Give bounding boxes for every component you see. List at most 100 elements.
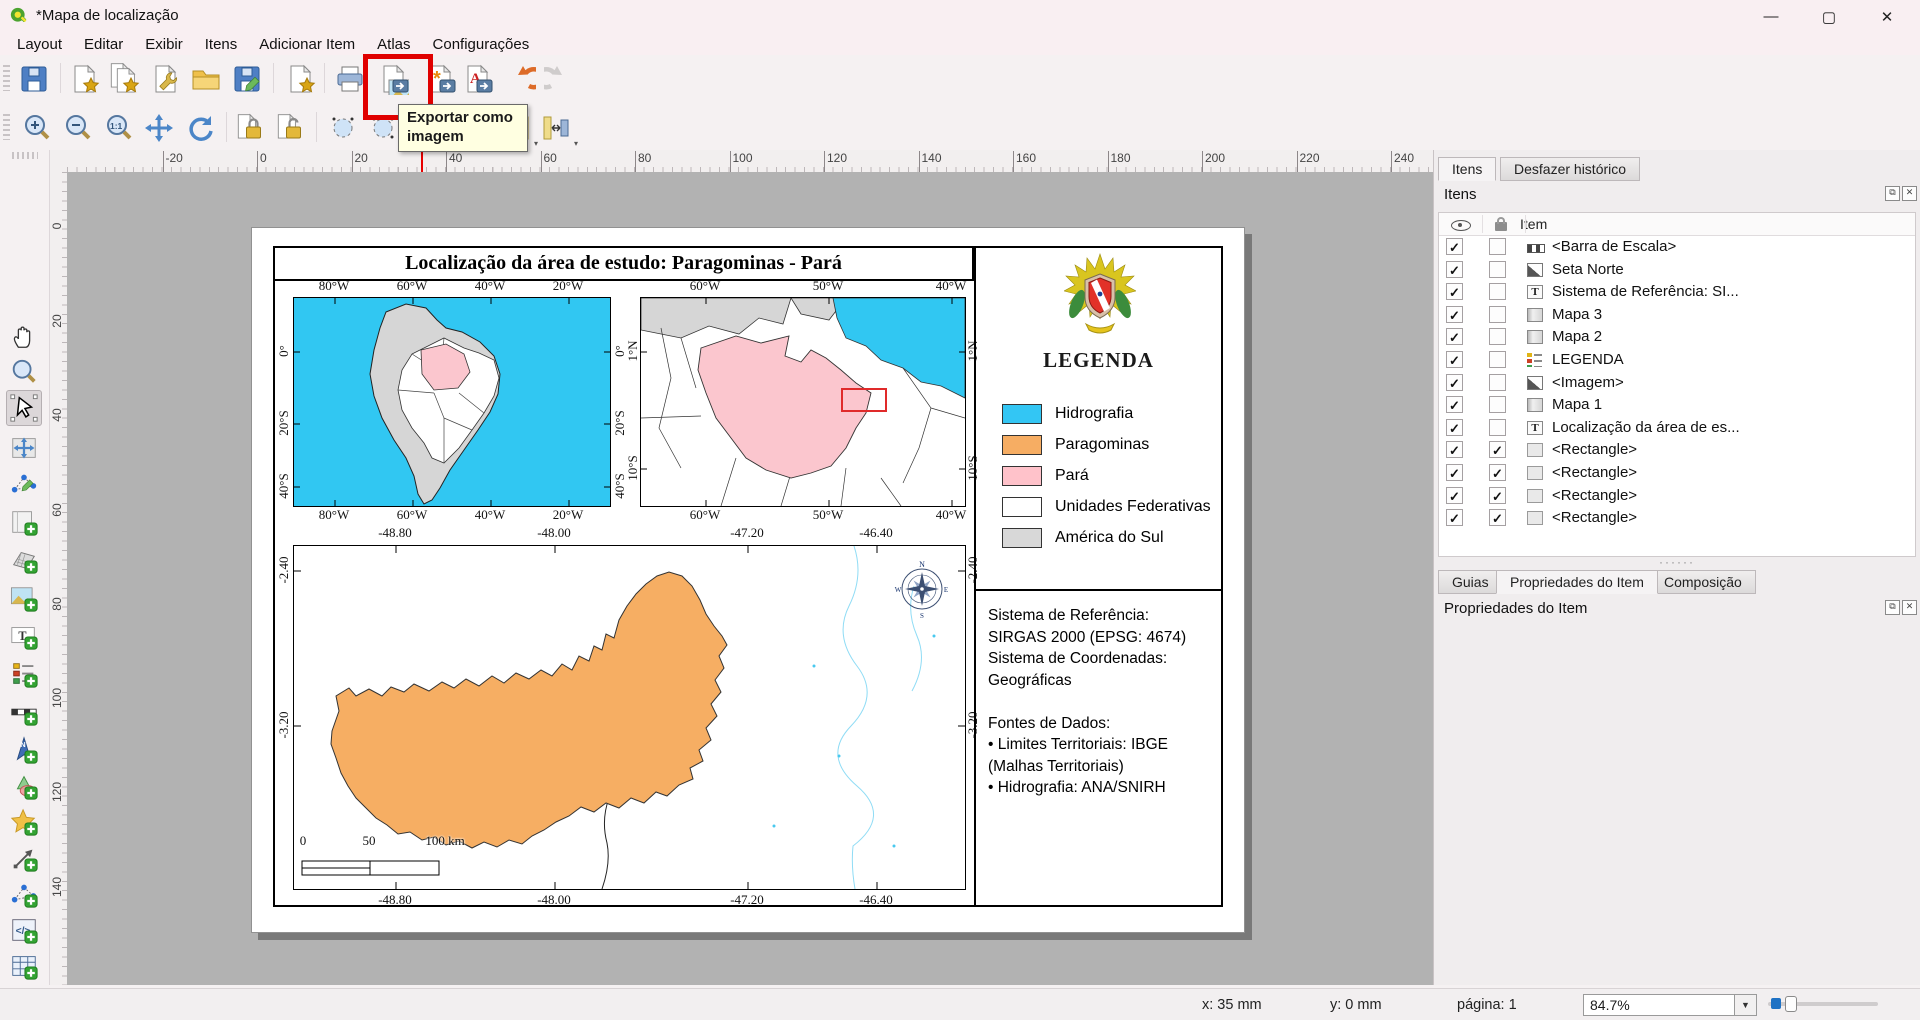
map1-south-america[interactable] (293, 297, 611, 507)
toolbar-grip[interactable] (3, 114, 10, 140)
lock-checkbox[interactable] (1489, 351, 1506, 368)
tab-itens[interactable]: Itens (1438, 157, 1496, 181)
add-3d-map-tool[interactable] (6, 542, 42, 578)
zoom-level-combo[interactable]: 84.7% (1583, 994, 1735, 1016)
layout-item-row[interactable]: Seta Norte (1439, 259, 1915, 282)
float-panel-icon[interactable]: ⧉ (1885, 186, 1900, 201)
zoom-full-button[interactable] (139, 108, 179, 148)
visibility-checkbox[interactable] (1446, 487, 1463, 504)
vertical-ruler[interactable]: 020406080100120140 (49, 172, 68, 985)
lock-checkbox[interactable] (1489, 261, 1506, 278)
add-shape-tool[interactable] (6, 768, 42, 804)
save-as-template-button[interactable] (227, 59, 267, 99)
toolbar-grip[interactable] (3, 65, 10, 91)
open-template-button[interactable] (186, 59, 226, 99)
pan-layout-tool[interactable] (6, 318, 42, 354)
menu-item[interactable]: Adicionar Item (248, 35, 366, 54)
add-legend-tool[interactable] (6, 656, 42, 692)
zoom-tool[interactable] (6, 354, 42, 390)
visibility-checkbox[interactable] (1446, 351, 1463, 368)
layout-item-row[interactable]: <Rectangle> (1439, 507, 1915, 530)
menu-item[interactable]: Itens (194, 35, 249, 54)
layout-page[interactable]: Localização da área de estudo: Paragomin… (251, 227, 1245, 933)
move-item-content-tool[interactable] (6, 430, 42, 466)
new-layout-button[interactable] (64, 59, 104, 99)
tab-propriedades-do-item[interactable]: Propriedades do Item (1496, 570, 1658, 594)
layout-item-row[interactable]: <Rectangle> (1439, 485, 1915, 508)
lock-checkbox[interactable] (1489, 283, 1506, 300)
zoom-combo-arrow-icon[interactable]: ▼ (1734, 994, 1757, 1016)
lock-checkbox[interactable] (1489, 328, 1506, 345)
lock-checkbox[interactable] (1489, 487, 1506, 504)
unlock-items-button[interactable] (272, 108, 312, 148)
layout-item-row[interactable]: <Barra de Escala> (1439, 236, 1915, 259)
add-node-item-tool[interactable] (6, 876, 42, 912)
horizontal-ruler[interactable]: -20020406080100120140160180200220240 (67, 150, 1433, 173)
add-pages-button[interactable] (280, 59, 320, 99)
lock-checkbox[interactable] (1489, 509, 1506, 526)
select-move-item-tool[interactable] (6, 390, 42, 426)
map2-para[interactable] (640, 297, 966, 507)
lock-checkbox[interactable] (1489, 419, 1506, 436)
lock-checkbox[interactable] (1489, 238, 1506, 255)
menu-item[interactable]: Configurações (422, 35, 541, 54)
distribute-items-button[interactable]: ▾ (536, 108, 576, 148)
select-all-button[interactable] (323, 108, 363, 148)
visibility-checkbox[interactable] (1446, 238, 1463, 255)
edit-nodes-tool[interactable] (6, 466, 42, 502)
add-north-arrow-tool[interactable] (6, 732, 42, 768)
tab-desfazer-historico[interactable]: Desfazer histórico (1500, 157, 1640, 181)
maximize-button[interactable]: ▢ (1806, 0, 1852, 33)
undo-button[interactable] (500, 59, 540, 99)
lock-checkbox[interactable] (1489, 306, 1506, 323)
visibility-checkbox[interactable] (1446, 419, 1463, 436)
visibility-checkbox[interactable] (1446, 306, 1463, 323)
legend-panel[interactable]: LEGENDA Hidrografia Paragominas Pará (974, 248, 1221, 591)
tab-composicao[interactable]: Composição (1650, 570, 1756, 594)
zoom-actual-button[interactable]: 1:1 (99, 108, 139, 148)
menu-item[interactable]: Atlas (366, 35, 421, 54)
add-arrow-tool[interactable] (6, 840, 42, 876)
visibility-checkbox[interactable] (1446, 464, 1463, 481)
layout-item-row[interactable]: Mapa 2 (1439, 326, 1915, 349)
visibility-checkbox[interactable] (1446, 509, 1463, 526)
visibility-checkbox[interactable] (1446, 441, 1463, 458)
layout-item-row[interactable]: <Rectangle> (1439, 462, 1915, 485)
save-project-button[interactable] (14, 59, 54, 99)
layout-item-row[interactable]: Localização da área de es... (1439, 417, 1915, 440)
layout-item-row[interactable]: <Rectangle> (1439, 439, 1915, 462)
add-html-tool[interactable] (6, 912, 42, 948)
export-pdf-button[interactable]: A (457, 59, 497, 99)
close-panel-icon[interactable]: ✕ (1902, 600, 1917, 615)
layout-item-row[interactable]: Mapa 1 (1439, 394, 1915, 417)
map-title[interactable]: Localização da área de estudo: Paragomin… (275, 248, 974, 281)
refresh-view-button[interactable] (180, 108, 220, 148)
layout-item-row[interactable]: LEGENDA (1439, 349, 1915, 372)
layout-item-row[interactable]: <Imagem> (1439, 372, 1915, 395)
redo-button[interactable] (540, 59, 580, 99)
zoom-slider-handle[interactable] (1785, 996, 1797, 1012)
zoom-in-button[interactable] (17, 108, 57, 148)
add-marker-tool[interactable] (6, 804, 42, 840)
visibility-checkbox[interactable] (1446, 328, 1463, 345)
layout-item-row[interactable]: Mapa 3 (1439, 304, 1915, 327)
visibility-checkbox[interactable] (1446, 261, 1463, 278)
lock-checkbox[interactable] (1489, 374, 1506, 391)
lock-checkbox[interactable] (1489, 464, 1506, 481)
float-panel-icon[interactable]: ⧉ (1885, 600, 1900, 615)
layout-item-row[interactable]: Sistema de Referência: SI... (1439, 281, 1915, 304)
add-label-tool[interactable]: T (6, 618, 42, 654)
lock-items-button[interactable] (232, 108, 272, 148)
menu-item[interactable]: Layout (6, 35, 73, 54)
visibility-checkbox[interactable] (1446, 374, 1463, 391)
zoom-out-button[interactable] (58, 108, 98, 148)
lock-checkbox[interactable] (1489, 441, 1506, 458)
close-button[interactable]: ✕ (1864, 0, 1910, 33)
minimize-button[interactable]: — (1748, 0, 1794, 33)
lock-checkbox[interactable] (1489, 396, 1506, 413)
toolbar-grip[interactable] (12, 152, 38, 159)
add-map-tool[interactable] (6, 504, 42, 540)
add-attribute-table-tool[interactable] (6, 948, 42, 984)
menu-item[interactable]: Exibir (134, 35, 194, 54)
close-panel-icon[interactable]: ✕ (1902, 186, 1917, 201)
